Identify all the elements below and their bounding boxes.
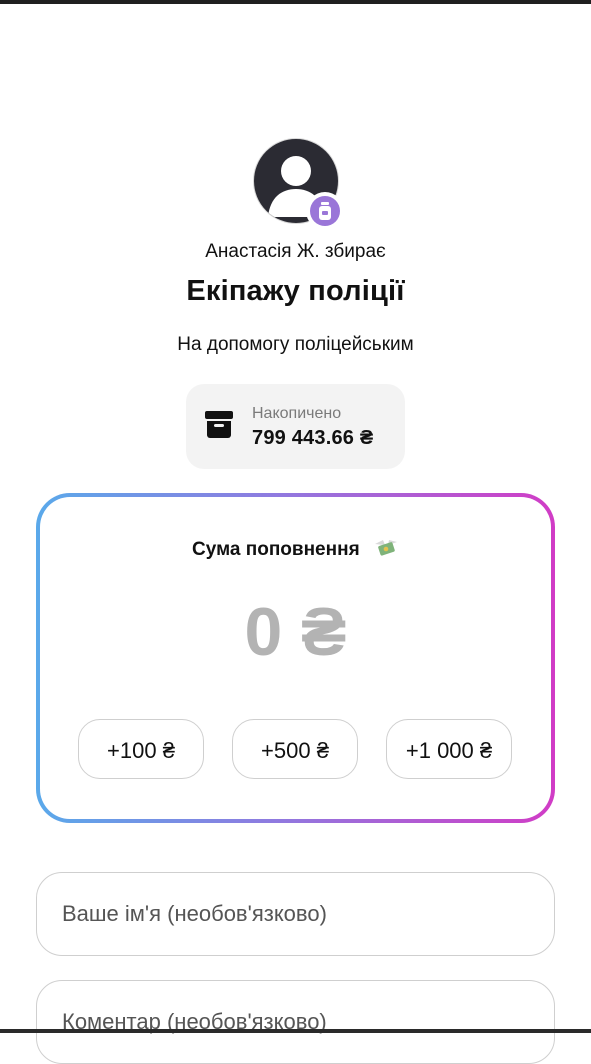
collector-name: Анастасія Ж. збирає [205, 241, 386, 262]
name-input[interactable] [62, 873, 532, 955]
fundraiser-description: На допомогу поліцейським [177, 334, 414, 355]
preset-amounts: +100 ₴ +500 ₴ +1 000 ₴ [78, 719, 516, 781]
jar-badge [306, 192, 344, 230]
collector-avatar-group [253, 138, 344, 230]
topup-card: Сума поповнення 0 ₴ +100 ₴ +500 ₴ +1 000… [36, 493, 555, 823]
archive-box-icon [205, 411, 233, 438]
topup-title: Сума поповнення [192, 539, 360, 560]
topup-title-row: Сума поповнення [40, 538, 551, 561]
comment-input[interactable] [62, 981, 532, 1063]
money-with-wings-icon [374, 540, 397, 556]
accumulated-amount: 799 443.66 ₴ [252, 427, 374, 449]
preset-1000-button[interactable]: +1 000 ₴ [386, 719, 512, 779]
accumulated-stats: Накопичено 799 443.66 ₴ [186, 384, 405, 469]
preset-100-button[interactable]: +100 ₴ [78, 719, 204, 779]
top-edge-bar [0, 0, 591, 4]
topup-amount-display[interactable]: 0 ₴ [40, 593, 551, 671]
comment-field[interactable] [36, 980, 555, 1064]
page-title: Екіпажу поліції [186, 275, 405, 307]
accumulated-label: Накопичено [252, 405, 342, 422]
preset-500-button[interactable]: +500 ₴ [232, 719, 358, 779]
bottom-edge-bar [0, 1029, 591, 1033]
jar-icon [319, 202, 331, 220]
name-field[interactable] [36, 872, 555, 956]
